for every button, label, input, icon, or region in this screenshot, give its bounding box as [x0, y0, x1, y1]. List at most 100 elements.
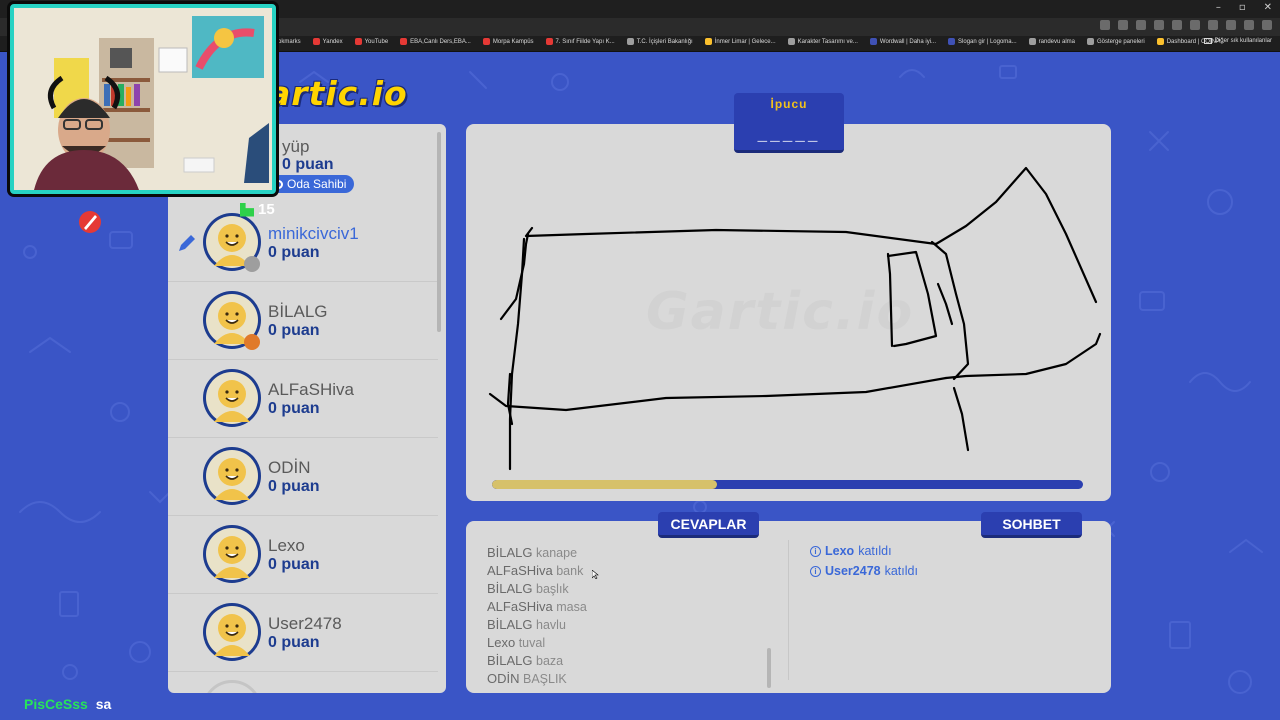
bookmark-item[interactable]: 7. Sınıf Fiilde Yapı K...	[545, 38, 615, 45]
player-score: 0 puan	[268, 322, 320, 339]
player-row[interactable]: User2478 0 puan	[168, 594, 438, 672]
player-name: BİLALG	[268, 302, 328, 321]
player-row[interactable]: Lexo 0 puan	[168, 516, 438, 594]
answers-list: BİLALG kanape ALFaSHiva bank BİLALG başlık…	[487, 545, 767, 689]
player-row[interactable]: minikcivciv1 0 puan	[168, 204, 438, 282]
player-row-partial	[202, 680, 262, 693]
answer-row: BİLALG havlu	[487, 617, 767, 635]
share-icon[interactable]	[1226, 20, 1236, 30]
drawing-canvas[interactable]	[466, 124, 1111, 501]
pencil-icon	[179, 235, 195, 251]
turn-timer: 15	[240, 201, 275, 218]
restore-icon[interactable]: ▫	[1239, 2, 1246, 13]
bookmark-label: Morpa Kampüs	[492, 38, 534, 45]
answer-row: ALFaSHiva masa	[487, 599, 767, 617]
answer-user: Lexo	[487, 635, 516, 650]
close-icon[interactable]: ✕	[1264, 2, 1272, 13]
bookmark-label: 7. Sınıf Fiilde Yapı K...	[555, 38, 615, 45]
players-panel: minikcivciv1 0 puan BİLALG 0 puan ALFaSHiv…	[168, 124, 446, 693]
bookmark-favicon-icon	[1087, 38, 1094, 45]
player-row[interactable]: ODİN 0 puan	[168, 438, 438, 516]
answer-row: Lexo tuval	[487, 635, 767, 653]
history-icon[interactable]	[1190, 20, 1200, 30]
bookmark-item[interactable]: Karakter Tasarımı ve...	[787, 38, 858, 45]
players-scrollbar[interactable]	[437, 132, 441, 332]
player-row[interactable]: BİLALG 0 puan	[168, 282, 438, 360]
bookmark-item[interactable]: YouTube	[354, 38, 388, 45]
first-player-name: yüp	[282, 137, 310, 156]
bookmark-item[interactable]: T.C. İçişleri Bakanlığı	[626, 38, 693, 45]
browser-toolbar-actions	[1100, 20, 1272, 30]
bookmark-item[interactable]: EBA,Canlı Ders,EBA...	[400, 38, 471, 45]
round-progress-fill	[492, 480, 717, 489]
extension-icon[interactable]	[1118, 20, 1128, 30]
brush-icon[interactable]	[76, 208, 104, 236]
player-score: 0 puan	[268, 556, 320, 573]
stream-chat-user: PisCeSss	[24, 696, 88, 712]
bookmark-favicon-icon	[704, 38, 712, 45]
info-icon: i	[810, 545, 821, 557]
answer-text: kanape	[536, 546, 578, 560]
other-bookmarks[interactable]: Diğer sık kullanılanlar	[1203, 38, 1272, 44]
answer-text: masa	[556, 600, 587, 614]
answer-user: ODİN	[487, 671, 520, 686]
chat-row: i User2478 katıldı	[810, 561, 918, 581]
gartic-logo[interactable]: artic.io	[268, 74, 408, 113]
tab-chat[interactable]: SOHBET	[981, 512, 1082, 538]
player-name: Lexo	[268, 536, 305, 555]
profile-icon[interactable]	[1244, 20, 1254, 30]
bookmark-favicon-icon	[787, 38, 795, 45]
bookmark-favicon-icon	[1028, 38, 1036, 45]
answer-user: BİLALG	[487, 653, 533, 668]
drawing-stroke	[488, 376, 948, 412]
bookmark-item[interactable]: Morpa Kampüs	[482, 38, 534, 45]
chat-text: katıldı	[858, 544, 892, 558]
hint-box: İpucu _____	[734, 93, 844, 153]
bookmark-item[interactable]: Yandex	[312, 38, 343, 45]
bookmark-item[interactable]: Slogan gir | Logoma...	[948, 38, 1017, 45]
folder-icon	[1203, 38, 1212, 44]
window-controls[interactable]: – ▫ ✕	[1216, 2, 1272, 13]
drawing-stroke	[886, 250, 938, 348]
webcam-feed	[14, 8, 272, 190]
drawing-stroke	[934, 166, 1098, 304]
bookmark-list: okmarks Yandex YouTube EBA,Canlı Ders,EBA..…	[268, 38, 1224, 45]
chat-user: Lexo	[825, 544, 855, 558]
bookmark-item[interactable]: İnmer Limar | Gelece...	[704, 38, 776, 45]
drawing-stroke	[886, 252, 894, 348]
status-dot	[244, 256, 260, 272]
panel-divider	[788, 540, 789, 680]
bookmark-favicon-icon	[482, 38, 490, 45]
answer-text: baza	[536, 654, 564, 668]
player-name: ALFaSHiva	[268, 380, 354, 399]
bookmark-item[interactable]: Wordwall | Daha iyi...	[869, 38, 936, 45]
chat-text: katıldı	[884, 564, 918, 578]
bookmark-label: randevu alma	[1038, 38, 1075, 45]
favorites-icon[interactable]	[1172, 20, 1182, 30]
tab-answers[interactable]: CEVAPLAR	[658, 512, 759, 538]
drawing-board[interactable]: Gartic.io	[466, 124, 1111, 501]
bookmark-label: İnmer Limar | Gelece...	[714, 38, 776, 45]
bookmark-label: Gösterge paneleri	[1097, 38, 1145, 45]
drawing-stroke	[952, 386, 970, 452]
bookmark-label: Karakter Tasarımı ve...	[797, 38, 858, 45]
bookmark-item[interactable]: Gösterge paneleri	[1087, 38, 1145, 45]
stream-chat-message: PisCeSss sa	[24, 696, 111, 712]
extension-icon[interactable]	[1100, 20, 1110, 30]
bookmark-item[interactable]: randevu alma	[1028, 38, 1075, 45]
player-score: 0 puan	[268, 244, 320, 261]
mouse-cursor-icon	[592, 570, 599, 579]
collections-icon[interactable]	[1208, 20, 1218, 30]
answer-row: ALFaSHiva bank	[487, 563, 767, 581]
star-icon[interactable]	[1136, 20, 1146, 30]
host-badge: Oda Sahibi	[268, 175, 355, 193]
player-row[interactable]: ALFaSHiva 0 puan	[168, 360, 438, 438]
answer-text: başlık	[536, 582, 569, 596]
answers-scrollbar[interactable]	[767, 648, 771, 688]
timer-icon	[240, 202, 254, 217]
drawing-stroke	[930, 240, 970, 381]
minimize-icon[interactable]: –	[1216, 2, 1221, 13]
refresh-icon[interactable]	[1154, 20, 1164, 30]
menu-icon[interactable]	[1262, 20, 1272, 30]
other-bookmarks-label: Diğer sık kullanılanlar	[1214, 38, 1272, 44]
